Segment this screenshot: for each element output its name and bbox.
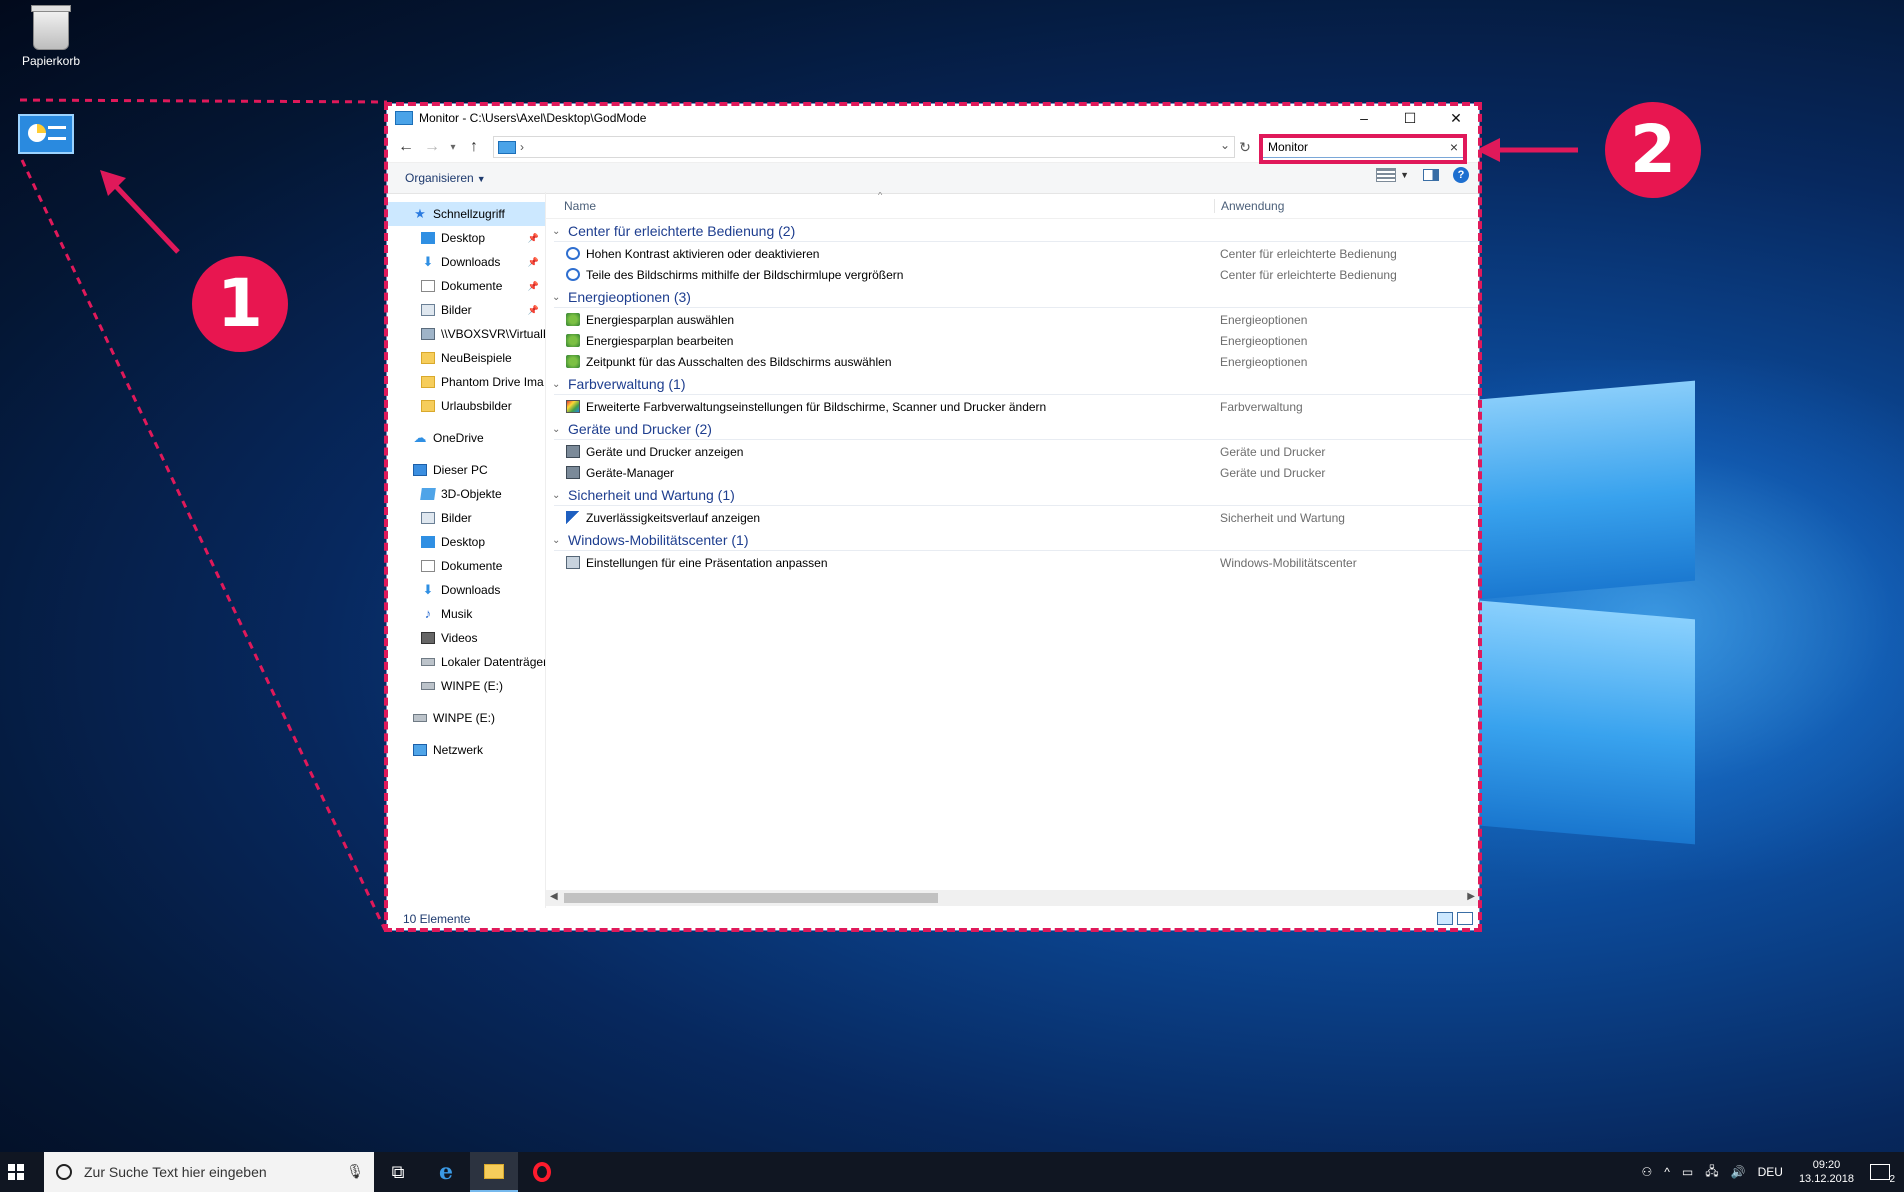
taskbar-search-box[interactable]: Zur Suche Text hier eingeben 🎙 <box>44 1152 374 1192</box>
show-hidden-icons-chevron-icon[interactable]: ^ <box>1664 1165 1670 1179</box>
battery-icon[interactable]: ▭ <box>1682 1165 1693 1179</box>
annotation-badge-1: 1 <box>192 256 288 352</box>
folder-icon <box>484 1163 504 1179</box>
task-view-button[interactable]: ⧉ <box>374 1152 422 1192</box>
annotation-badge-2: 2 <box>1605 102 1701 198</box>
notification-count: 2 <box>1889 1174 1895 1185</box>
network-icon[interactable]: 🖧 <box>1705 1162 1718 1183</box>
volume-icon[interactable]: 🔊 <box>1731 1165 1746 1179</box>
annotation-arrow-1 <box>108 178 180 254</box>
taskbar: Zur Suche Text hier eingeben 🎙 ⧉ e ⚇ ^ ▭… <box>0 1152 1904 1192</box>
taskbar-search-placeholder: Zur Suche Text hier eingeben <box>84 1164 267 1180</box>
language-indicator[interactable]: DEU <box>1758 1165 1783 1179</box>
microphone-icon[interactable]: 🎙 <box>346 1163 364 1180</box>
start-button[interactable] <box>0 1152 32 1192</box>
taskbar-edge[interactable]: e <box>422 1152 470 1192</box>
action-center-icon[interactable]: 2 <box>1870 1164 1895 1185</box>
cortana-icon <box>56 1164 72 1180</box>
windows-logo-icon <box>8 1164 24 1180</box>
system-tray: ⚇ ^ ▭ 🖧 🔊 DEU 09:20 13.12.2018 2 <box>1636 1152 1904 1192</box>
annotation-dashed-connector <box>19 98 388 104</box>
annotation-search-highlight <box>1259 134 1467 164</box>
clock[interactable]: 09:20 13.12.2018 <box>1799 1158 1854 1186</box>
clock-time: 09:20 <box>1812 1159 1841 1171</box>
taskbar-opera[interactable] <box>518 1152 566 1192</box>
clock-date: 13.12.2018 <box>1798 1173 1854 1185</box>
task-view-icon: ⧉ <box>391 1161 405 1182</box>
people-icon[interactable]: ⚇ <box>1642 1165 1653 1179</box>
taskbar-file-explorer[interactable] <box>470 1152 518 1192</box>
opera-icon <box>533 1162 551 1182</box>
edge-icon: e <box>439 1159 453 1185</box>
annotation-dashed-frame <box>384 102 1482 932</box>
